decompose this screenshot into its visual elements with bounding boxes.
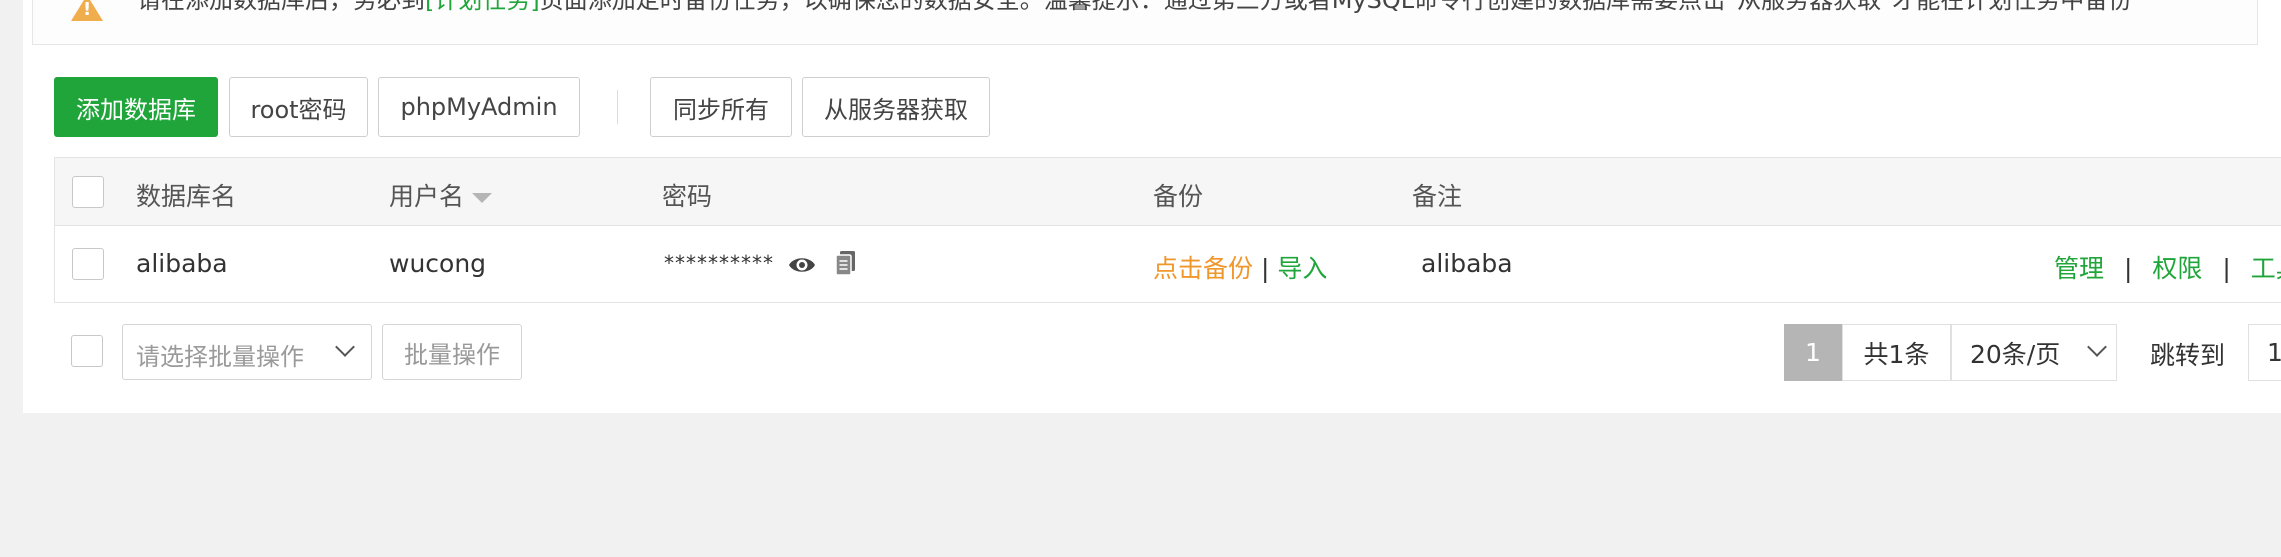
per-page-value: 20条/页 bbox=[1970, 339, 2061, 369]
warning-icon bbox=[71, 0, 103, 21]
row-actions: 管理 | 权限 | 工具 bbox=[2054, 249, 2281, 285]
jump-to-label: 跳转到 bbox=[2150, 341, 2226, 370]
backup-notice: 请在添加数据库后，务必到[计划任务]页面添加定时备份任务，以确保您的数据安全。温… bbox=[32, 0, 2258, 45]
fetch-from-server-button[interactable]: 从服务器获取 bbox=[802, 77, 990, 137]
cron-task-link[interactable]: [计划任务] bbox=[425, 0, 540, 14]
notice-text: 请在添加数据库后，务必到[计划任务]页面添加定时备份任务，以确保您的数据安全。温… bbox=[137, 0, 2132, 17]
permissions-link[interactable]: 权限 bbox=[2152, 254, 2202, 283]
username-cell: wucong bbox=[389, 249, 487, 278]
total-count: 共1条 bbox=[1842, 324, 1951, 381]
page-1-button[interactable]: 1 bbox=[1784, 324, 1842, 381]
separator: | bbox=[2123, 254, 2133, 283]
password-cell: ********** bbox=[664, 251, 774, 275]
chevron-down-icon bbox=[2087, 337, 2107, 357]
separator: | bbox=[2222, 254, 2231, 283]
root-password-button[interactable]: root密码 bbox=[229, 77, 368, 137]
batch-operation-select[interactable]: 请选择批量操作 bbox=[122, 324, 372, 380]
tools-link[interactable]: 工具 bbox=[2251, 254, 2281, 283]
batch-operation-button[interactable]: 批量操作 bbox=[382, 324, 522, 380]
header-db-name: 数据库名 bbox=[136, 182, 237, 211]
chevron-down-icon bbox=[335, 337, 355, 357]
eye-icon[interactable] bbox=[787, 250, 817, 280]
header-username[interactable]: 用户名 bbox=[389, 177, 493, 213]
backup-cell: 点击备份 | 导入 bbox=[1153, 249, 1327, 285]
import-link[interactable]: 导入 bbox=[1277, 254, 1327, 283]
add-database-button[interactable]: 添加数据库 bbox=[54, 77, 218, 137]
notice-text-after: 页面添加定时备份任务，以确保您的数据安全。温馨提示：通过第三方或者MySQL命令… bbox=[539, 0, 2133, 14]
backup-now-link[interactable]: 点击备份 bbox=[1153, 254, 1253, 283]
phpmyadmin-button[interactable]: phpMyAdmin bbox=[378, 77, 580, 137]
manage-link[interactable]: 管理 bbox=[2054, 254, 2104, 283]
toolbar-divider bbox=[617, 90, 618, 124]
copy-icon[interactable] bbox=[831, 248, 861, 278]
header-username-label: 用户名 bbox=[389, 182, 465, 211]
header-remark: 备注 bbox=[1412, 182, 1463, 211]
jump-page-input[interactable]: 1 bbox=[2248, 324, 2281, 381]
remark-cell[interactable]: alibaba bbox=[1421, 249, 1513, 278]
batch-operation-placeholder: 请选择批量操作 bbox=[136, 343, 304, 371]
notice-text-before: 请在添加数据库后，务必到 bbox=[137, 0, 425, 14]
sort-caret-icon[interactable] bbox=[472, 193, 493, 203]
footer-select-all-checkbox[interactable] bbox=[71, 335, 103, 367]
database-table: 数据库名 用户名 密码 备份 备注 alibaba wucong *******… bbox=[54, 157, 2281, 303]
table-header: 数据库名 用户名 密码 备份 备注 bbox=[55, 158, 2281, 226]
header-password: 密码 bbox=[662, 182, 713, 211]
header-backup: 备份 bbox=[1153, 182, 1204, 211]
separator: | bbox=[1260, 254, 1270, 283]
sync-all-button[interactable]: 同步所有 bbox=[650, 77, 792, 137]
row-checkbox[interactable] bbox=[72, 248, 104, 280]
per-page-select[interactable]: 20条/页 bbox=[1951, 324, 2117, 381]
db-name-cell: alibaba bbox=[136, 249, 228, 278]
table-row: alibaba wucong ********** 点击备份 | 导入 alib… bbox=[55, 226, 2281, 302]
select-all-checkbox[interactable] bbox=[72, 176, 104, 208]
